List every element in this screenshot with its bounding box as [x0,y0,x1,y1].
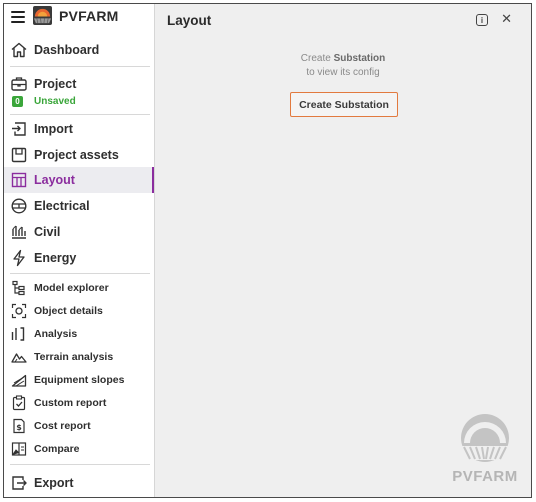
divider [10,464,150,465]
sidebar-item-label: Project [34,77,77,91]
lightning-icon [13,249,25,267]
close-icon[interactable]: ✕ [501,12,512,26]
sidebar-item-analysis[interactable]: Analysis [4,323,154,345]
sidebar-item-cost-report[interactable]: $ Cost report [4,415,154,437]
import-icon [12,122,26,136]
sidebar-item-energy[interactable]: Energy [4,245,154,271]
analysis-icon [11,327,25,341]
sidebar-item-custom-report[interactable]: Custom report [4,392,154,414]
sidebar-item-layout[interactable]: Layout [4,167,154,193]
tree-icon [12,280,25,296]
watermark-text: PVFARM [452,468,518,485]
sidebar-item-terrain-analysis[interactable]: Terrain analysis [4,346,154,368]
empty-state-prefix: Create [300,53,334,64]
briefcase-icon [11,77,27,91]
sidebar-item-object-details[interactable]: Object details [4,300,154,322]
project-status: 0 Unsaved [12,94,76,108]
divider [10,66,150,67]
layout-icon [11,172,27,188]
sidebar-item-dashboard[interactable]: Dashboard [4,37,154,63]
export-icon [12,476,27,490]
unsaved-count-badge: 0 [12,95,23,107]
sidebar-item-equipment-slopes[interactable]: Equipment slopes [4,369,154,391]
pvfarm-watermark-logo-icon [461,414,509,462]
sidebar-item-label: Custom report [34,397,107,409]
pvfarm-watermark: PVFARM [450,413,520,485]
sidebar-item-label: Export [34,476,74,490]
sidebar-item-label: Object details [34,305,103,317]
hamburger-menu-icon[interactable] [11,11,25,23]
sidebar-item-label: Terrain analysis [34,351,114,363]
sidebar-item-export[interactable]: Export [4,470,154,496]
civil-icon [12,225,26,239]
dollar-doc-icon: $ [13,418,25,434]
sidebar-item-compare[interactable]: Compare [4,438,154,460]
empty-state-line-1: Create Substation [155,52,531,66]
box-icon [11,147,27,163]
unsaved-status-text: Unsaved [34,95,76,107]
sidebar-item-label: Cost report [34,420,91,432]
sidebar-item-import[interactable]: Import [4,116,154,142]
sidebar-item-label: Compare [34,443,80,455]
empty-state-message: Create Substation to view its config [155,52,531,80]
empty-state-line-2: to view its config [306,67,380,78]
sidebar-item-label: Import [34,122,73,136]
sidebar-item-model-explorer[interactable]: Model explorer [4,277,154,299]
sidebar-item-label: Civil [34,225,61,239]
sidebar-item-project-assets[interactable]: Project assets [4,142,154,168]
sidebar-item-civil[interactable]: Civil [4,219,154,245]
divider [10,114,150,115]
slope-icon [11,374,27,387]
brand-name: PVFARM [59,8,119,24]
main-panel: Layout i ✕ Create Substation to view its… [154,4,531,497]
terrain-icon [11,353,27,363]
page-title: Layout [167,13,212,28]
sidebar-item-label: Analysis [34,328,78,340]
brand-bar: PVFARM [4,4,154,30]
sidebar: PVFARM Dashboard Project 0 Unsaved Impor… [4,4,154,497]
sidebar-item-label: Dashboard [34,43,100,57]
empty-state-entity: Substation [333,53,386,64]
sidebar-item-label: Electrical [34,199,90,213]
sidebar-item-label: Energy [34,251,77,265]
pvfarm-logo-icon [33,6,52,25]
clipboard-check-icon [12,395,26,411]
divider [10,273,150,274]
svg-text:$: $ [16,423,22,432]
sidebar-item-label: Equipment slopes [34,374,125,386]
create-substation-button[interactable]: Create Substation [290,92,398,117]
sidebar-item-label: Model explorer [34,282,109,294]
info-icon[interactable]: i [476,14,488,26]
object-focus-icon [11,303,27,319]
sidebar-item-electrical[interactable]: Electrical [4,193,154,219]
compare-icon [11,442,27,456]
electrical-icon [11,198,27,214]
sidebar-item-label: Layout [34,173,75,187]
app-window: PVFARM Dashboard Project 0 Unsaved Impor… [3,3,532,498]
sidebar-item-label: Project assets [34,148,119,162]
home-icon [11,42,27,58]
